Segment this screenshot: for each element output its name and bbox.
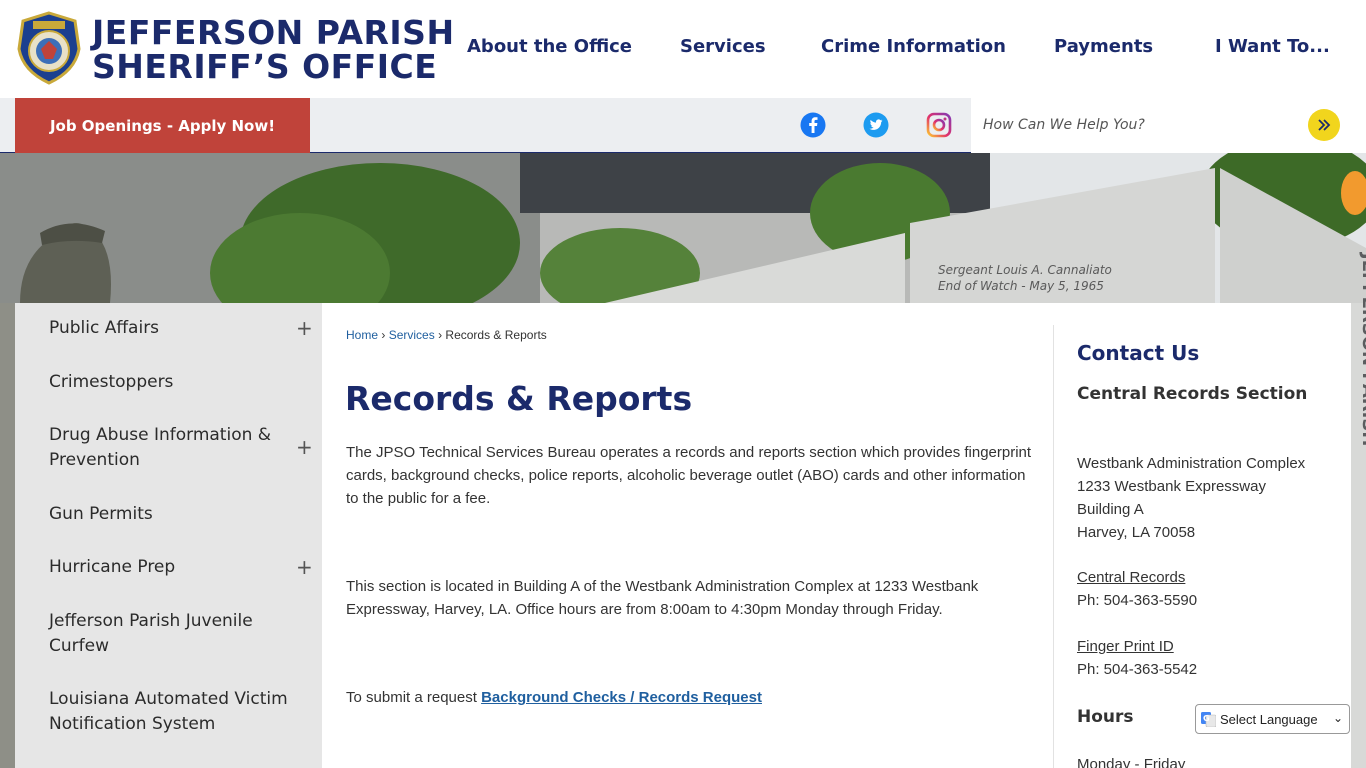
background-checks-link[interactable]: Background Checks / Records Request (481, 689, 762, 706)
svg-text:G: G (1203, 714, 1210, 723)
breadcrumb-current: Records & Reports (445, 328, 547, 342)
nav-payments[interactable]: Payments (1054, 36, 1153, 57)
job-openings-button[interactable]: Job Openings - Apply Now! (15, 98, 310, 153)
address-line-3: Building A (1077, 501, 1144, 518)
central-records-link[interactable]: Central Records (1077, 566, 1185, 589)
main-content: Home › Services › Records & Reports Reco… (322, 303, 1351, 768)
twitter-icon[interactable] (863, 112, 889, 138)
instagram-icon[interactable] (926, 112, 952, 138)
finger-print-phone: Ph: 504-363-5542 (1077, 661, 1198, 678)
address-line-4: Harvey, LA 70058 (1077, 524, 1196, 541)
search-button[interactable] (1308, 109, 1340, 141)
sidebar-item-crimestoppers[interactable]: Crimestoppers (49, 370, 289, 395)
sidebar-item-juvenile-curfew[interactable]: Jefferson Parish Juvenile Curfew (49, 609, 289, 659)
expand-drug-abuse-icon[interactable]: + (296, 435, 313, 459)
search-input[interactable] (983, 113, 1283, 137)
nav-i-want-to[interactable]: I Want To... (1215, 36, 1330, 57)
intro-paragraph: The JPSO Technical Services Bureau opera… (346, 444, 1032, 507)
central-records-heading: Central Records Section (1077, 384, 1308, 404)
sidebar-item-lavns[interactable]: Louisiana Automated Victim Notification … (49, 687, 289, 737)
search-box (971, 98, 1366, 153)
sidebar-item-gun-permits[interactable]: Gun Permits (49, 502, 289, 527)
chevron-down-icon: ⌄ (1332, 711, 1343, 725)
google-translate-icon: G (1201, 712, 1216, 727)
expand-public-affairs-icon[interactable]: + (296, 316, 313, 340)
sidebar-item-hurricane-prep[interactable]: Hurricane Prep (49, 555, 289, 580)
site-header: JEFFERSON PARISH SHERIFF’S OFFICE About … (0, 0, 1366, 98)
nav-about[interactable]: About the Office (467, 36, 632, 57)
finger-print-id-link[interactable]: Finger Print ID (1077, 635, 1174, 658)
expand-hurricane-prep-icon[interactable]: + (296, 555, 313, 579)
memorial-inscription-1: Sergeant Louis A. Cannaliato (938, 263, 1112, 277)
nav-crime-information[interactable]: Crime Information (821, 36, 1006, 57)
location-paragraph: This section is located in Building A of… (346, 578, 979, 618)
sidebar-item-drug-abuse[interactable]: Drug Abuse Information & Prevention (49, 423, 289, 473)
nav-services[interactable]: Services (680, 36, 766, 57)
language-select-label: Select Language (1220, 711, 1318, 727)
double-chevron-right-icon (1318, 119, 1331, 131)
request-paragraph: To submit a request Background Checks / … (346, 686, 1036, 709)
breadcrumb: Home › Services › Records & Reports (346, 328, 547, 342)
language-select[interactable]: G Select Language ⌄ (1195, 704, 1350, 734)
central-records-phone: Ph: 504-363-5590 (1077, 592, 1198, 609)
breadcrumb-separator: › (438, 328, 443, 342)
site-title-line2: SHERIFF’S OFFICE (92, 47, 438, 86)
site-title-line1: JEFFERSON PARISH (92, 13, 455, 52)
breadcrumb-home[interactable]: Home (346, 328, 378, 342)
request-prefix: To submit a request (346, 689, 482, 706)
breadcrumb-separator: › (381, 328, 386, 342)
sheriff-badge-logo[interactable] (15, 11, 83, 85)
column-divider (1053, 325, 1054, 768)
memorial-inscription-2: End of Watch - May 5, 1965 (938, 279, 1104, 293)
address-line-2: 1233 Westbank Expressway (1077, 478, 1266, 495)
breadcrumb-services[interactable]: Services (389, 328, 435, 342)
facebook-icon[interactable] (800, 112, 826, 138)
sidebar-item-public-affairs[interactable]: Public Affairs (49, 316, 289, 341)
hours-heading: Hours (1077, 707, 1134, 727)
site-title[interactable]: JEFFERSON PARISH SHERIFF’S OFFICE (92, 16, 455, 84)
sidebar-nav: Public Affairs + Crimestoppers Drug Abus… (15, 303, 322, 768)
hours-days: Monday - Friday (1077, 756, 1186, 768)
contact-us-heading: Contact Us (1077, 341, 1200, 365)
address-line-1: Westbank Administration Complex (1077, 455, 1306, 472)
page-title: Records & Reports (345, 379, 693, 418)
hero-vertical-text: JEFFERSON PARISH (1358, 251, 1366, 446)
